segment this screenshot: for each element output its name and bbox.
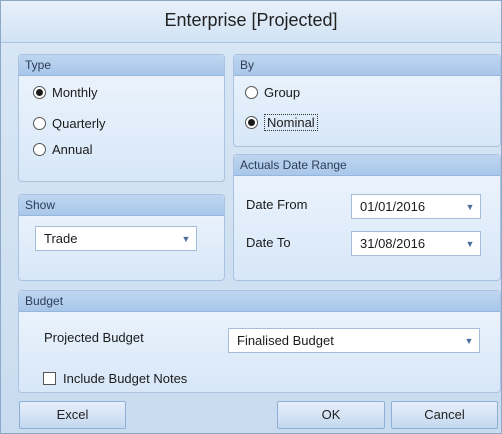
excel-button[interactable]: Excel	[19, 401, 126, 429]
radio-checked-icon	[33, 86, 46, 99]
show-combo-value: Trade	[44, 231, 78, 246]
budget-group: Budget Projected Budget Finalised Budget…	[18, 290, 501, 393]
by-nominal-radio[interactable]: Nominal	[245, 114, 318, 131]
by-nominal-label: Nominal	[264, 114, 318, 131]
chevron-down-icon[interactable]: ▼	[176, 234, 196, 244]
date-from-label: Date From	[246, 197, 308, 212]
by-group-header: By	[234, 55, 500, 76]
include-budget-notes-checkbox[interactable]	[43, 372, 56, 385]
type-monthly-radio[interactable]: Monthly	[33, 85, 98, 100]
chevron-down-icon[interactable]: ▼	[460, 202, 480, 212]
date-to-value: 31/08/2016	[360, 236, 426, 251]
type-monthly-label: Monthly	[52, 85, 98, 100]
type-quarterly-label: Quarterly	[52, 116, 106, 131]
budget-group-header: Budget	[19, 291, 500, 312]
show-group: Show Trade ▼	[18, 194, 225, 281]
type-annual-label: Annual	[52, 142, 93, 157]
radio-unchecked-icon	[245, 86, 258, 99]
projected-budget-combo[interactable]: Finalised Budget ▼	[228, 328, 480, 353]
radio-unchecked-icon	[33, 143, 46, 156]
date-from-value: 01/01/2016	[360, 199, 426, 214]
cancel-button[interactable]: Cancel	[391, 401, 498, 429]
dialog-title: Enterprise [Projected]	[1, 1, 501, 43]
type-group: Type Monthly Quarterly Annual	[18, 54, 225, 182]
by-group: By Group Nominal	[233, 54, 501, 147]
by-group-radio[interactable]: Group	[245, 85, 300, 100]
include-budget-notes-label: Include Budget Notes	[63, 371, 188, 386]
show-combo[interactable]: Trade ▼	[35, 226, 197, 251]
date-to-picker[interactable]: 31/08/2016 ▼	[351, 231, 481, 256]
projected-budget-label: Projected Budget	[44, 330, 144, 345]
type-annual-radio[interactable]: Annual	[33, 142, 92, 157]
type-group-header: Type	[19, 55, 224, 76]
date-range-group-header: Actuals Date Range	[234, 155, 500, 176]
radio-checked-icon	[245, 116, 258, 129]
chevron-down-icon[interactable]: ▼	[459, 336, 479, 346]
radio-unchecked-icon	[33, 117, 46, 130]
dialog-window: Enterprise [Projected] Type Monthly Quar…	[0, 0, 502, 434]
date-to-label: Date To	[246, 235, 291, 250]
chevron-down-icon[interactable]: ▼	[460, 239, 480, 249]
by-group-label: Group	[264, 85, 301, 100]
ok-button[interactable]: OK	[277, 401, 385, 429]
date-from-picker[interactable]: 01/01/2016 ▼	[351, 194, 481, 219]
show-group-header: Show	[19, 195, 224, 216]
projected-budget-value: Finalised Budget	[237, 333, 334, 348]
type-quarterly-radio[interactable]: Quarterly	[33, 116, 105, 131]
date-range-group: Actuals Date Range Date From 01/01/2016 …	[233, 154, 501, 281]
